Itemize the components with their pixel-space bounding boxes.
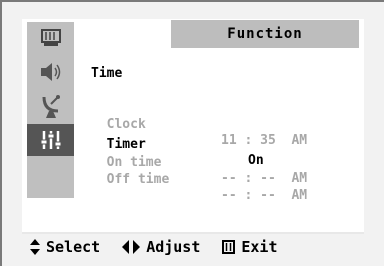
menu-sidebar [27,22,74,198]
menu-row-value: 11 : 35 AM [221,133,308,148]
help-select-label: Select [46,238,101,256]
section-title: Time [91,66,123,81]
sidebar-item-channel[interactable] [27,90,74,122]
help-adjust-label: Adjust [146,238,201,256]
menu-row-value: On [248,153,264,168]
left-right-arrows-icon [122,240,141,254]
menu-row-off-time[interactable]: Off time -- : -- AM [91,156,307,204]
menu-row-value: -- : -- AM [221,188,308,203]
picture-icon [40,29,61,46]
channel-antenna-icon [42,95,60,118]
menu-exit-icon [222,240,236,254]
sound-icon [40,63,60,81]
up-down-arrows-icon [30,239,40,255]
menu-header: Function [171,20,359,48]
sidebar-item-function[interactable] [27,124,74,156]
help-exit-label: Exit [241,238,278,256]
sidebar-item-picture[interactable] [27,22,74,54]
menu-row-value: -- : -- AM [221,171,308,186]
help-bar: Select Adjust Exit [30,238,278,256]
sidebar-item-sound[interactable] [27,56,74,88]
function-settings-icon [40,131,61,149]
menu-header-title: Function [227,26,303,42]
menu-row-label: Off time [106,172,170,187]
divider [22,232,364,234]
